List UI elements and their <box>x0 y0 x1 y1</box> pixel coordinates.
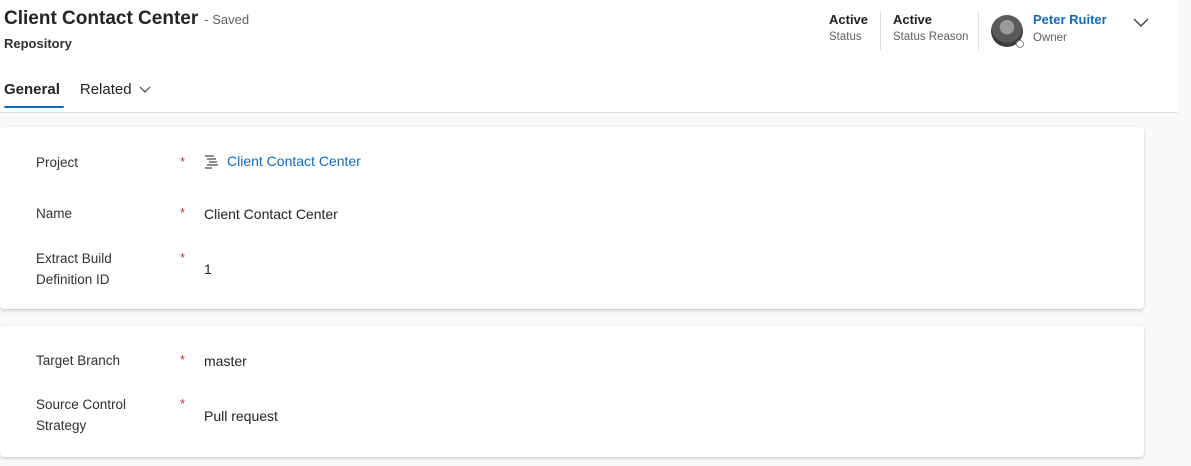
tab-general-label: General <box>4 80 60 98</box>
extract-build-label-line1: Extract Build <box>36 251 112 266</box>
project-lookup-link[interactable]: Client Contact Center <box>204 153 361 169</box>
chevron-down-icon <box>139 86 151 93</box>
tab-general[interactable]: General <box>0 70 64 108</box>
tab-selected-indicator <box>4 106 64 108</box>
source-control-label-line1: Source Control <box>36 397 127 412</box>
record-header: Client Contact Center - Saved Repository… <box>0 0 1178 113</box>
header-status-field[interactable]: Active Status <box>829 12 868 43</box>
record-title: Client Contact Center <box>4 8 199 29</box>
extract-build-label-line2: Definition ID <box>36 272 110 287</box>
source-control-strategy-select[interactable]: Pull request <box>204 408 278 424</box>
form-section-general: Project * Client Contact Center Name * C… <box>0 127 1144 309</box>
required-indicator: * <box>180 396 186 411</box>
save-status: - Saved <box>204 12 250 27</box>
entity-name: Repository <box>4 36 72 51</box>
extract-build-label: Extract Build Definition ID <box>36 248 112 290</box>
name-label: Name <box>36 206 73 221</box>
tab-related-label: Related <box>79 80 132 98</box>
owner-name-link[interactable]: Peter Ruiter <box>1033 12 1107 27</box>
status-reason-value: Active <box>893 12 933 27</box>
required-indicator: * <box>180 154 186 169</box>
required-indicator: * <box>180 352 186 367</box>
project-lookup-value: Client Contact Center <box>227 153 361 169</box>
extract-build-definition-input[interactable]: 1 <box>204 261 212 277</box>
source-control-strategy-label: Source Control Strategy <box>36 394 126 436</box>
name-input[interactable]: Client Contact Center <box>204 206 338 222</box>
header-expand-button[interactable] <box>1130 13 1152 33</box>
status-value: Active <box>829 12 869 27</box>
target-branch-label: Target Branch <box>36 353 121 368</box>
header-divider <box>880 12 881 50</box>
status-label: Status <box>829 31 862 43</box>
source-control-label-line2: Strategy <box>36 418 87 433</box>
title-row: Client Contact Center - Saved <box>4 8 249 30</box>
tab-list: General Related <box>0 70 151 108</box>
project-lookup-icon <box>205 154 218 169</box>
owner-avatar[interactable] <box>991 15 1024 48</box>
header-divider <box>978 12 979 50</box>
chevron-down-icon <box>1133 18 1149 27</box>
header-status-reason-field[interactable]: Active Status Reason <box>893 12 968 43</box>
form-section-source-control: Target Branch * master Source Control St… <box>0 326 1144 457</box>
presence-status-icon <box>1016 40 1024 48</box>
project-label: Project <box>36 155 79 170</box>
target-branch-input[interactable]: master <box>204 353 247 369</box>
owner-label: Owner <box>1033 32 1067 44</box>
tab-related[interactable]: Related <box>80 70 151 108</box>
status-reason-label: Status Reason <box>893 31 969 43</box>
required-indicator: * <box>180 250 186 265</box>
required-indicator: * <box>180 205 186 220</box>
